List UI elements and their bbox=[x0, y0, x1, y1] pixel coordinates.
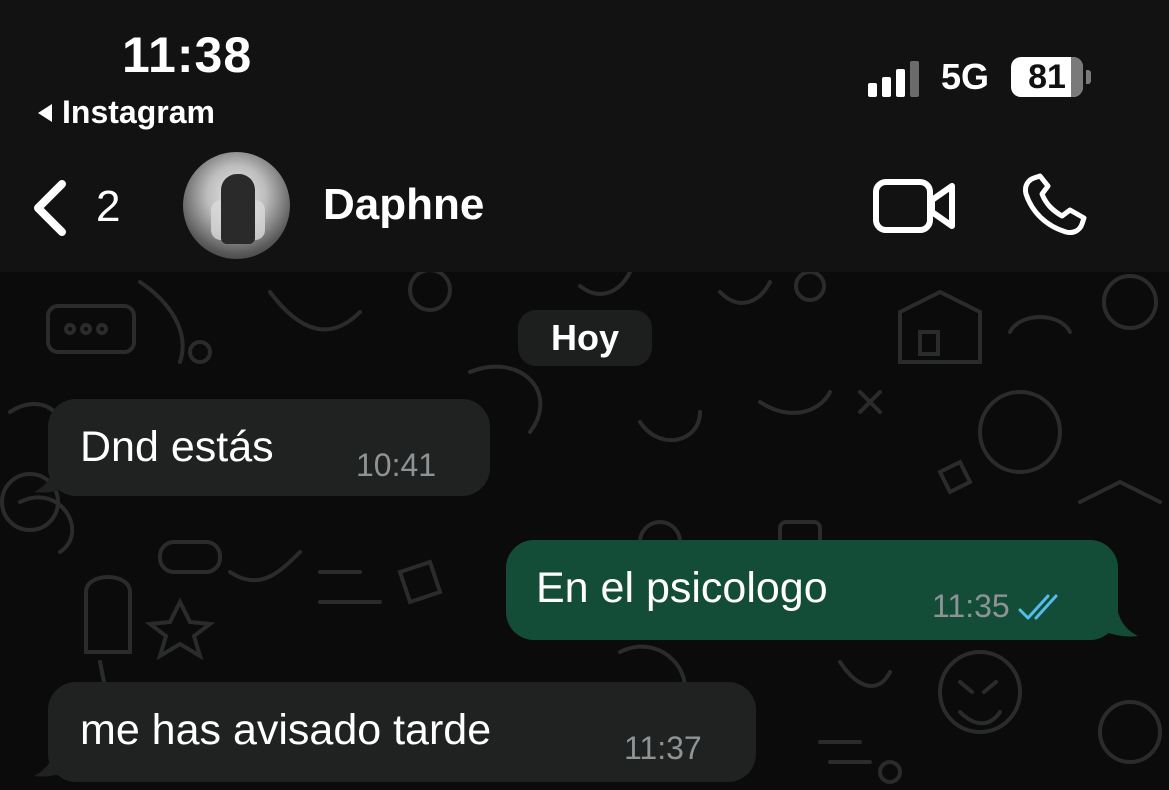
message-time-text: 10:41 bbox=[356, 447, 437, 483]
day-separator: Hoy bbox=[518, 310, 652, 366]
message-bubble-incoming[interactable]: Dnd estás 10:41 bbox=[48, 399, 490, 496]
battery-icon: 81 bbox=[1011, 57, 1091, 97]
message-time: 11:37 bbox=[624, 730, 702, 767]
message-text: En el psicologo bbox=[536, 564, 828, 612]
video-call-icon[interactable] bbox=[872, 176, 956, 236]
phone-call-icon[interactable] bbox=[1020, 172, 1090, 238]
back-triangle-icon bbox=[38, 103, 52, 122]
back-to-app-button[interactable]: Instagram bbox=[38, 94, 215, 131]
message-meta: 11:35 bbox=[932, 588, 1066, 625]
message-time-text: 11:37 bbox=[624, 730, 702, 766]
network-type: 5G bbox=[940, 56, 989, 97]
battery-percent: 81 bbox=[1028, 57, 1066, 96]
top-bar: 11:38 Instagram 5G 81 2 Daphne bbox=[0, 0, 1169, 272]
message-time: 10:41 bbox=[356, 447, 436, 484]
back-to-app-label: Instagram bbox=[62, 94, 215, 130]
status-indicators: 5G 81 bbox=[867, 56, 1091, 98]
message-text: me has avisado tarde bbox=[80, 706, 492, 754]
unread-count[interactable]: 2 bbox=[96, 182, 120, 232]
message-text: Dnd estás bbox=[80, 423, 274, 471]
chat-area[interactable]: Hoy Dnd estás 10:41 En el psicologo 11:3… bbox=[0, 272, 1169, 790]
message-time-text: 11:35 bbox=[932, 588, 1010, 624]
status-time: 11:38 bbox=[122, 27, 253, 83]
chat-header: 2 Daphne bbox=[0, 150, 1169, 260]
contact-name[interactable]: Daphne bbox=[323, 180, 484, 230]
read-receipt-icon bbox=[1018, 594, 1058, 619]
signal-icon bbox=[867, 57, 919, 97]
message-bubble-outgoing[interactable]: En el psicologo 11:35 bbox=[506, 540, 1118, 640]
message-bubble-incoming[interactable]: me has avisado tarde 11:37 bbox=[48, 682, 756, 782]
avatar[interactable] bbox=[183, 152, 290, 259]
chevron-left-icon[interactable] bbox=[30, 178, 70, 238]
